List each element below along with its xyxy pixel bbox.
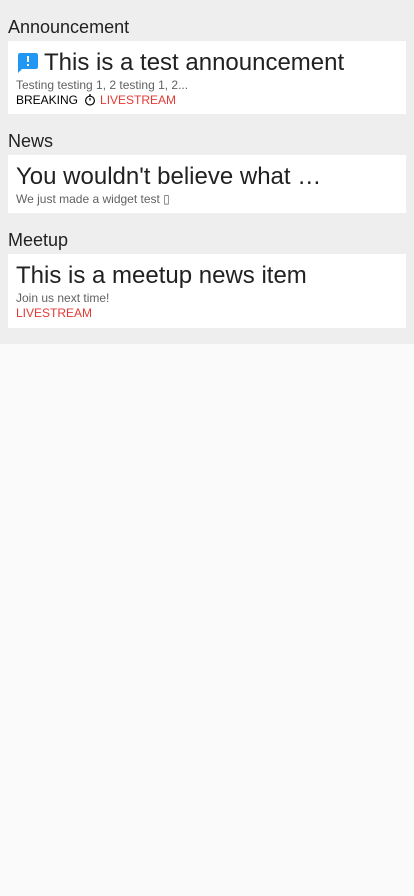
announcement-icon (18, 53, 38, 73)
section-title: Announcement (8, 17, 130, 37)
meetup-headline: This is a meetup news item (16, 262, 307, 289)
section-title: News (8, 131, 54, 151)
meetup-tags: LIVESTREAM (16, 306, 398, 320)
news-subtitle: We just made a widget test ▯ (16, 192, 170, 206)
section-meetup: Meetup This is a meetup news item Join u… (8, 213, 406, 328)
section-title: Meetup (8, 230, 69, 250)
headline-row: You wouldn't believe what … (16, 163, 398, 191)
announcement-subtitle: Testing testing 1, 2 testing 1, 2... (16, 78, 189, 92)
announcement-headline: This is a test announcement (44, 49, 345, 76)
headline-row: This is a meetup news item (16, 262, 398, 290)
breaking-tag: BREAKING (16, 93, 79, 107)
meetup-subtitle: Join us next time! (16, 291, 110, 305)
news-feed-panel: Announcement This is a test announcement… (0, 0, 414, 344)
news-headline: You wouldn't believe what … (16, 163, 322, 190)
livestream-tag: LIVESTREAM (16, 306, 93, 320)
section-news: News You wouldn't believe what … We just… (8, 114, 406, 213)
livestream-tag: LIVESTREAM (100, 93, 177, 107)
meetup-card[interactable]: This is a meetup news item Join us next … (8, 254, 406, 328)
headline-row: This is a test announcement (16, 49, 398, 77)
announcement-card[interactable]: This is a test announcement Testing test… (8, 41, 406, 114)
announcement-tags: BREAKING LIVESTREAM (16, 93, 398, 107)
section-announcement: Announcement This is a test announcement… (8, 0, 406, 114)
news-card[interactable]: You wouldn't believe what … We just made… (8, 155, 406, 213)
stopwatch-icon (85, 94, 96, 106)
